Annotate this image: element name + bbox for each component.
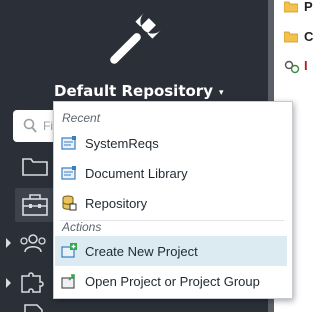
recent-item-document-library[interactable]: Document Library: [55, 159, 287, 187]
action-item-label: Create New Project: [85, 243, 198, 259]
open-project-item[interactable]: Open Project or Project Group: [55, 266, 287, 296]
expand-extensions-icon[interactable]: [6, 278, 11, 288]
toolbox-nav-item[interactable]: [15, 188, 55, 222]
expand-users-icon[interactable]: [6, 238, 11, 248]
new-project-icon: [61, 243, 77, 258]
recent-item-repository[interactable]: Repository: [55, 189, 287, 217]
open-project-icon: [61, 274, 75, 289]
recent-item-label: Document Library: [85, 165, 188, 181]
recent-section-header: Recent: [62, 111, 101, 125]
create-new-project-item[interactable]: Create New Project: [55, 236, 287, 266]
project-icon: [61, 136, 76, 150]
action-item-label: Open Project or Project Group: [85, 273, 260, 289]
tree-item-label: C: [304, 29, 314, 44]
recent-item-label: SystemReqs: [85, 135, 159, 151]
puzzle-icon[interactable]: [19, 268, 47, 294]
recent-item-systemreqs[interactable]: SystemReqs: [55, 129, 287, 157]
toolbox-icon: [22, 194, 48, 216]
actions-section-header: Actions: [62, 220, 102, 234]
database-icon: [62, 195, 77, 211]
users-icon[interactable]: [18, 232, 48, 254]
folder-icon: [284, 31, 298, 43]
search-placeholder: Fi: [43, 119, 53, 133]
folder-nav-icon[interactable]: [22, 156, 48, 176]
search-icon: [23, 118, 37, 133]
repository-dropdown-menu: Recent SystemReqs Document Library Repos…: [53, 101, 293, 299]
tree-item-label: P: [304, 0, 313, 14]
folder-icon: [284, 1, 298, 13]
repository-switcher[interactable]: Default Repository ▾: [54, 82, 224, 102]
chevron-down-icon: ▾: [218, 88, 224, 98]
link-icon: [284, 60, 300, 74]
document-nav-icon[interactable]: [22, 304, 46, 312]
tree-item-label: I: [304, 58, 308, 73]
project-icon: [61, 166, 76, 180]
repository-title: Default Repository: [54, 82, 213, 100]
wrench-icon: [110, 13, 161, 64]
recent-item-label: Repository: [85, 195, 148, 211]
